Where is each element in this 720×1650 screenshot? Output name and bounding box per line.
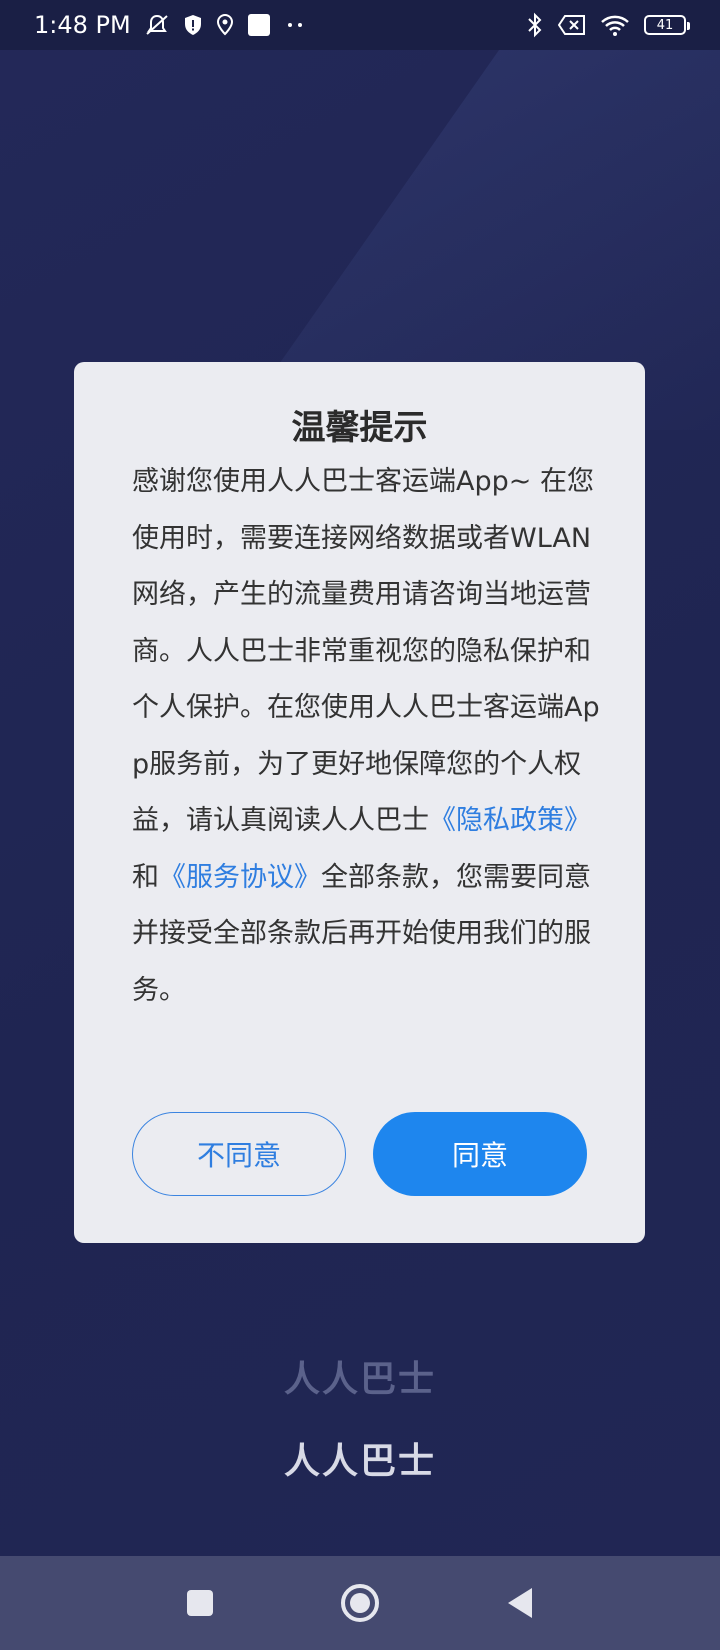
privacy-policy-link[interactable]: 《隐私政策》 — [429, 805, 591, 836]
back-button[interactable] — [490, 1573, 550, 1633]
notification-off-icon — [143, 13, 171, 37]
shield-icon — [183, 13, 203, 37]
no-sim-icon — [558, 14, 586, 36]
square-nav-icon — [187, 1590, 213, 1616]
agree-button[interactable]: 同意 — [373, 1112, 587, 1196]
service-agreement-link[interactable]: 《服务协议》 — [159, 862, 321, 893]
home-button[interactable] — [330, 1573, 390, 1633]
dialog-body-text-1: 感谢您使用人人巴士客运端App~ 在您使用时，需要连接网络数据或者WLAN网络，… — [132, 466, 600, 836]
navigation-bar — [0, 1556, 720, 1650]
dialog-title: 温馨提示 — [291, 408, 428, 448]
recent-apps-button[interactable] — [170, 1573, 230, 1633]
brand-logo: 人人巴士 — [283, 1441, 436, 1482]
status-bar: 1:48 PM 41 — [0, 0, 720, 50]
battery-level: 41 — [656, 17, 674, 33]
bluetooth-icon — [526, 12, 544, 38]
brand-logo-faint: 人人巴士 — [283, 1359, 436, 1400]
square-icon — [247, 13, 271, 37]
disagree-button[interactable]: 不同意 — [132, 1112, 346, 1196]
triangle-back-icon — [508, 1588, 532, 1618]
location-icon — [215, 13, 235, 37]
more-dots-icon — [283, 13, 307, 37]
circle-home-icon — [341, 1584, 379, 1622]
status-time: 1:48 PM — [34, 11, 131, 39]
battery-icon: 41 — [644, 15, 690, 35]
dialog-body: 感谢您使用人人巴士客运端App~ 在您使用时，需要连接网络数据或者WLAN网络，… — [132, 454, 602, 1019]
wifi-icon — [600, 13, 630, 37]
and-text: 和 — [132, 861, 159, 893]
privacy-dialog: 温馨提示 感谢您使用人人巴士客运端App~ 在您使用时，需要连接网络数据或者WL… — [74, 362, 645, 1243]
